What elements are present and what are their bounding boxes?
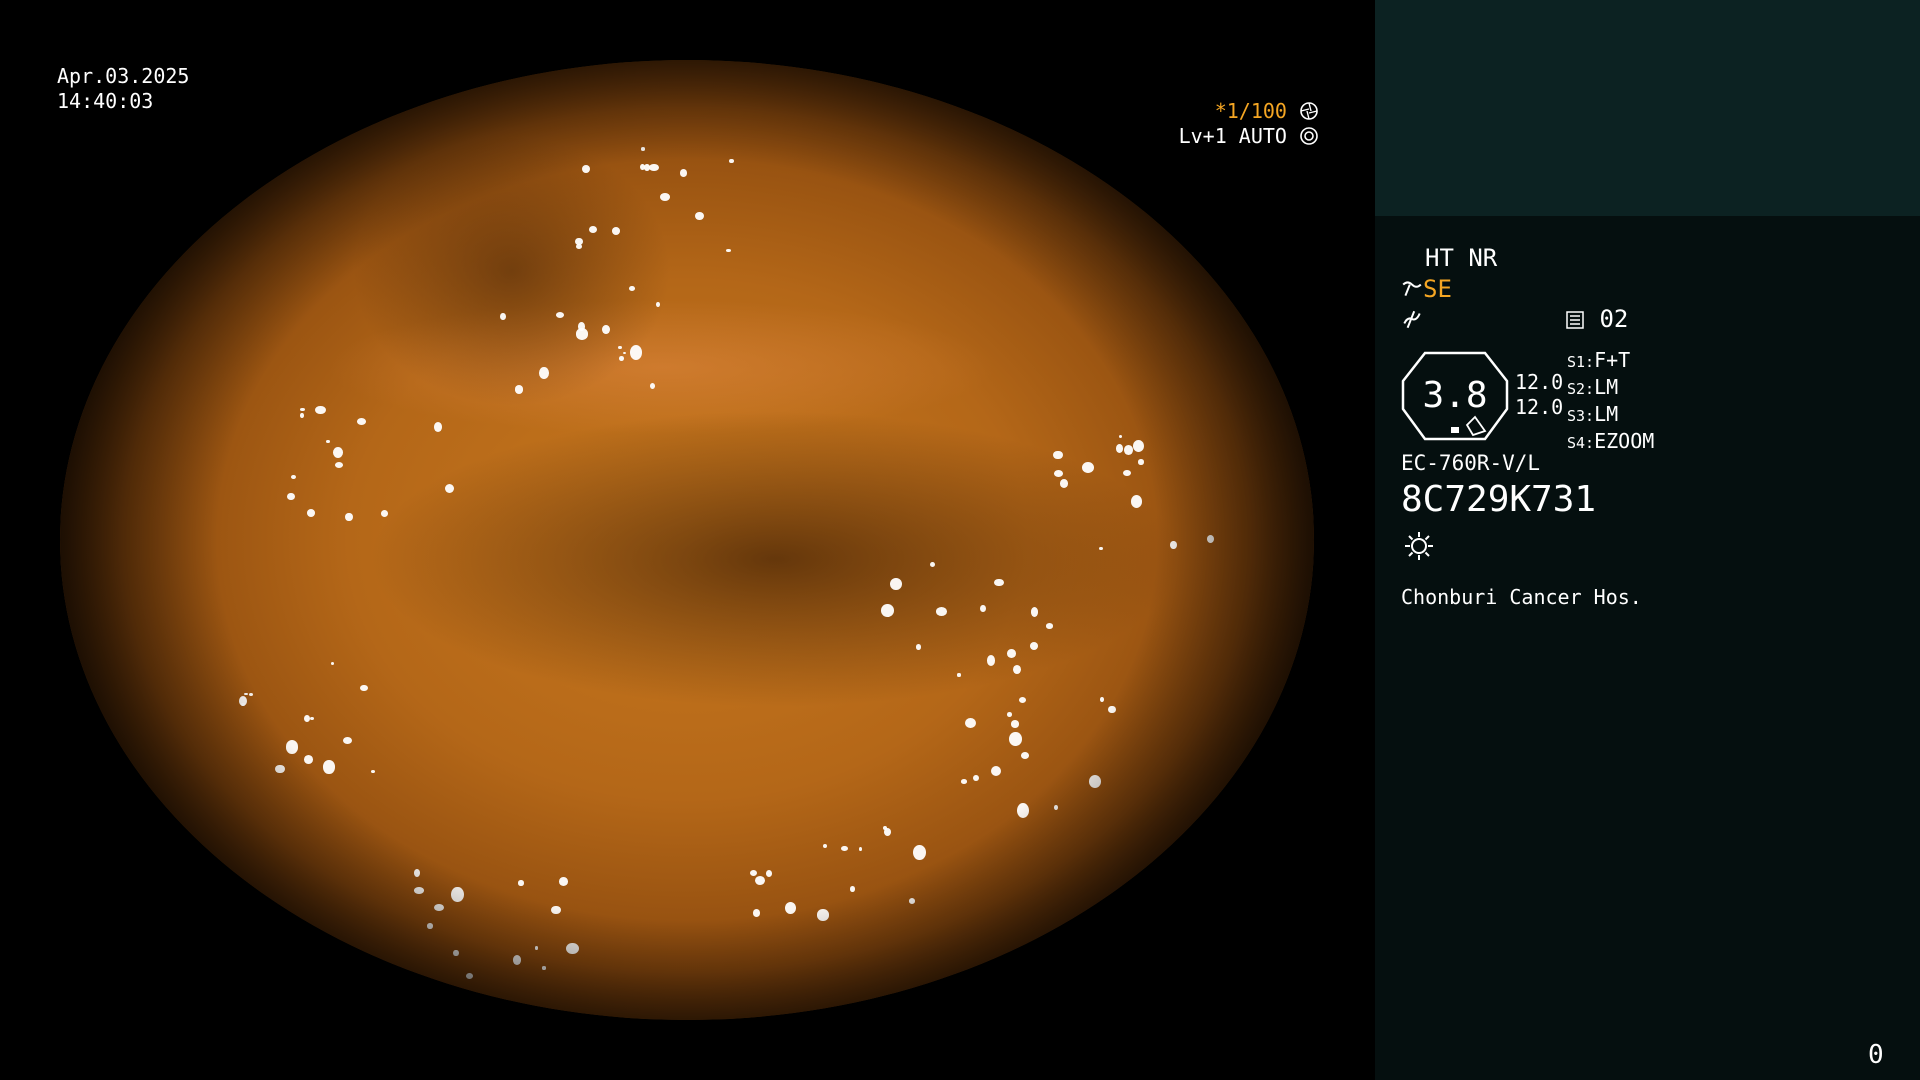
switch-value: LM (1594, 375, 1619, 399)
enhancement-icon (1403, 310, 1421, 329)
info-panel: HT NR SE 02 3.8 12.0 12.0 S1:F+T S2:LM S… (1375, 0, 1920, 1080)
scope-model: EC-760R-V/L (1401, 451, 1541, 475)
time-label: 14:40:03 (57, 89, 154, 113)
date-time: Apr.03.2025 14:40:03 (57, 64, 189, 114)
scope-list-icon (1566, 311, 1584, 329)
ht-nr-label: HT NR (1425, 244, 1498, 272)
iris-icon (1300, 127, 1318, 145)
switch-value: LM (1594, 402, 1619, 426)
switch-key: S1: (1567, 353, 1595, 371)
image-vignette (60, 60, 1314, 1020)
shutter-prefix: * (1214, 99, 1227, 123)
light-source-icon (1405, 532, 1433, 560)
image-counter: 0 (1868, 1040, 1884, 1070)
exposure-info: *1/100 Lv+1 AUTO (1179, 99, 1319, 149)
se-label: SE (1423, 275, 1452, 303)
switch-row: S2:LM (1567, 375, 1654, 402)
switch-row: S4:EZOOM (1567, 429, 1654, 456)
switch-row: S1:F+T (1567, 348, 1654, 375)
shutter-speed: 1/100 (1226, 99, 1287, 123)
scope-number-row: 02 (1565, 304, 1628, 334)
date-label: Apr.03.2025 (57, 64, 190, 88)
endoscopy-screen: Apr.03.2025 14:40:03 *1/100 Lv+1 AUTO HT… (0, 0, 1920, 1080)
zoom-level-bottom: 12.0 (1515, 395, 1564, 419)
switch-key: S2: (1567, 380, 1595, 398)
endoscopic-image (60, 60, 1314, 1020)
zoom-indicator: 3.8 (1401, 351, 1509, 441)
tilde-hook-icon (1402, 281, 1422, 296)
panel-header-area (1375, 0, 1920, 216)
hospital-name: Chonburi Cancer Hos. (1401, 585, 1642, 609)
switch-row: S3:LM (1567, 402, 1654, 429)
zoom-level-top: 12.0 (1515, 370, 1564, 394)
switch-key: S4: (1567, 434, 1595, 452)
enhancement-row (1401, 304, 1423, 334)
scope-serial: 8C729K731 (1401, 479, 1597, 520)
switch-key: S3: (1567, 407, 1595, 425)
switch-value: F+T (1594, 348, 1631, 372)
shutter-row: *1/100 (1179, 99, 1319, 124)
aperture-icon (1300, 102, 1318, 120)
level-mode: Lv+1 AUTO (1178, 124, 1287, 148)
zoom-levels: 12.0 12.0 (1515, 370, 1563, 420)
zoom-value: 3.8 (1422, 375, 1488, 416)
se-row: SE (1401, 274, 1452, 304)
switch-value: EZOOM (1594, 429, 1655, 453)
level-row: Lv+1 AUTO (1179, 124, 1319, 149)
switch-assignments: S1:F+T S2:LM S3:LM S4:EZOOM (1567, 348, 1654, 456)
scope-number: 02 (1599, 305, 1629, 333)
